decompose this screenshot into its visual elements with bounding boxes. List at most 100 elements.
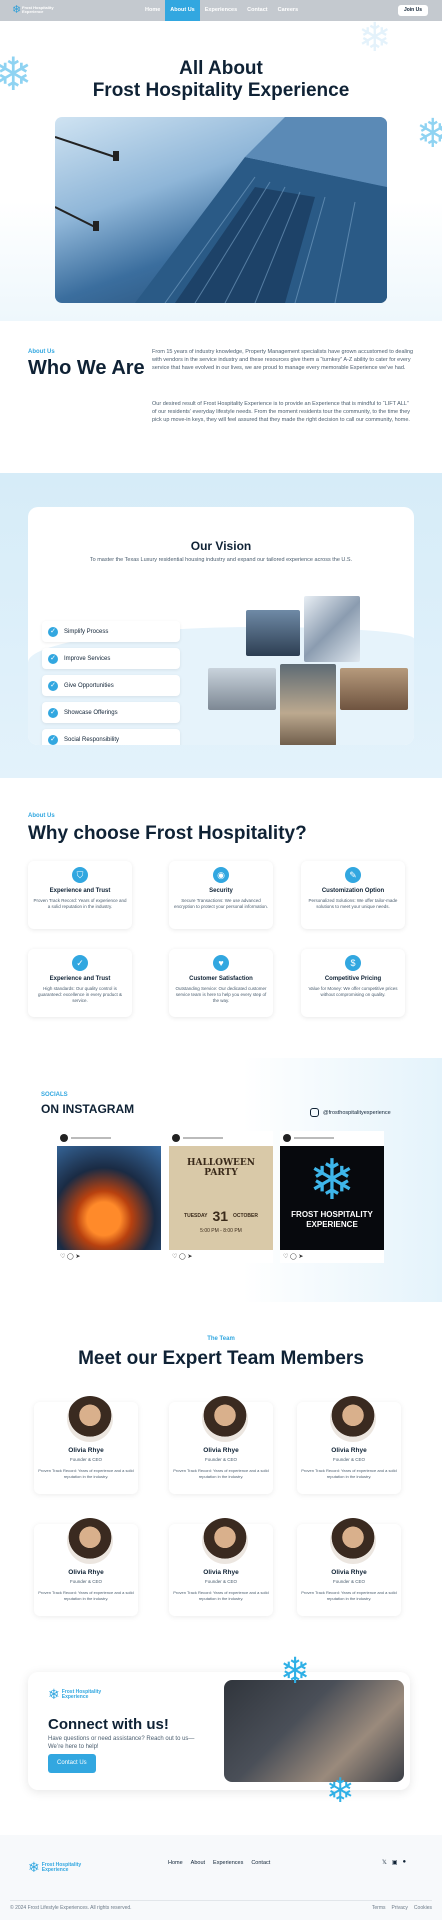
avatar	[202, 1396, 248, 1442]
insta-title: ON INSTAGRAM	[41, 1102, 135, 1116]
vision-item: ✓ Showcase Offerings	[42, 702, 180, 723]
footer-links: Home About Experiences Contact	[168, 1860, 270, 1866]
snowflake-decor-icon: ❄	[326, 1772, 355, 1810]
who-we-are-section: About Us Who We Are From 15 years of ind…	[0, 321, 442, 473]
post-image-halloween-flyer: HALLOWEEN PARTY TUESDAY 31 OCTOBER 5:00 …	[169, 1146, 273, 1250]
hero-building-image	[55, 117, 387, 303]
nav-link-experiences[interactable]: Experiences	[200, 0, 242, 21]
post-username	[71, 1137, 111, 1139]
instagram-icon	[310, 1108, 319, 1117]
contact-phone-image	[224, 1680, 404, 1782]
hero-title: All About Frost Hospitality Experience	[92, 58, 350, 101]
privacy-link[interactable]: Privacy	[392, 1905, 408, 1911]
post-image-brand: ❄ FROST HOSPITALITY EXPERIENCE	[280, 1146, 384, 1250]
who-eyebrow: About Us	[28, 349, 55, 355]
team-member-card: Olivia Rhye Founder & CEO Proven Track Rec…	[169, 1396, 273, 1494]
vision-photo-lobby	[280, 664, 336, 745]
linkedin-icon[interactable]: ▣	[392, 1859, 398, 1866]
footer-link-home[interactable]: Home	[168, 1860, 183, 1866]
post-actions[interactable]: ♡ ◯ ➤	[60, 1253, 80, 1260]
price-tag-icon: $	[345, 955, 361, 971]
check-icon: ✓	[48, 626, 58, 637]
insta-eyebrow: SOCIALS	[41, 1092, 68, 1098]
footer: ❄ Frost Hospitality Experience Home About…	[0, 1835, 442, 1920]
feature-card: $ Competitive Pricing Value for Money: We …	[301, 949, 405, 1017]
thumbs-up-icon: ♥	[213, 955, 229, 971]
shield-icon: ⛉	[72, 867, 88, 883]
vision-photo-handshake	[208, 668, 276, 710]
instagram-handle-link[interactable]: @frosthospitalityexperience	[310, 1108, 391, 1117]
who-paragraph-1: From 15 years of industry knowledge, Pro…	[152, 349, 414, 371]
nav-link-careers[interactable]: Careers	[273, 0, 304, 21]
feature-card: ◉ Security Secure Transactions: We use adv…	[169, 861, 273, 929]
footer-logo[interactable]: ❄ Frost Hospitality Experience	[28, 1859, 82, 1876]
hero-section: ❄ ❄ ❄ All About Frost Hospitality Experie…	[0, 16, 442, 321]
contact-us-button[interactable]: Contact Us	[48, 1754, 96, 1773]
footer-link-contact[interactable]: Contact	[251, 1860, 270, 1866]
avatar	[67, 1518, 113, 1564]
avatar	[283, 1134, 291, 1142]
why-eyebrow: About Us	[28, 813, 55, 819]
vision-photo-interior	[340, 668, 408, 710]
team-member-card: Olivia Rhye Founder & CEO Proven Track Rec…	[297, 1396, 401, 1494]
vision-photo-city	[246, 610, 300, 656]
post-username	[294, 1137, 334, 1139]
feature-card: ✎ Customization Option Personalized Soluti…	[301, 861, 405, 929]
feature-card: ✓ Experience and Trust High standards: Our…	[28, 949, 132, 1017]
instagram-post[interactable]: ♡ ◯ ➤	[57, 1131, 161, 1263]
nav-link-home[interactable]: Home	[140, 0, 165, 21]
github-icon[interactable]: ●	[403, 1859, 407, 1866]
team-eyebrow: The Team	[207, 1336, 235, 1342]
avatar	[330, 1518, 376, 1564]
team-section: The Team Meet our Expert Team Members Ol…	[0, 1302, 442, 1640]
nav-links: Home About Us Experiences Contact Career…	[140, 0, 303, 21]
team-title: Meet our Expert Team Members	[78, 1348, 364, 1369]
post-actions[interactable]: ♡ ◯ ➤	[283, 1253, 303, 1260]
snowflake-logo-icon: ❄	[28, 1859, 40, 1875]
check-icon: ✓	[48, 734, 58, 745]
team-member-card: Olivia Rhye Founder & CEO Proven Track Rec…	[34, 1518, 138, 1616]
contact-logo: ❄ Frost Hospitality Experience	[48, 1686, 102, 1702]
post-username	[183, 1137, 223, 1139]
check-icon: ✓	[48, 707, 58, 718]
post-actions[interactable]: ♡ ◯ ➤	[172, 1253, 192, 1260]
footer-link-about[interactable]: About	[191, 1860, 205, 1866]
twitter-icon[interactable]: 𝕏	[382, 1859, 387, 1866]
cookies-link[interactable]: Cookies	[414, 1905, 432, 1911]
who-title: Who We Are	[28, 357, 145, 379]
tools-icon: ✎	[345, 867, 361, 883]
avatar	[60, 1134, 68, 1142]
nav-link-contact[interactable]: Contact	[242, 0, 272, 21]
snowflake-decor-icon: ❄	[416, 112, 442, 156]
avatar	[330, 1396, 376, 1442]
instagram-section: SOCIALS ON INSTAGRAM @frosthospitalityex…	[0, 1058, 442, 1302]
why-title: Why choose Frost Hospitality?	[28, 823, 307, 844]
social-icons: 𝕏 ▣ ●	[382, 1859, 406, 1866]
vision-subtitle: To master the Texas Luxury residential h…	[89, 557, 353, 563]
snowflake-decor-icon: ❄	[280, 1650, 311, 1691]
snowflake-decor-icon: ❄	[358, 16, 392, 60]
footer-link-experiences[interactable]: Experiences	[213, 1860, 243, 1866]
vision-item: ✓ Simplify Process	[42, 621, 180, 642]
legal-links: Terms Privacy Cookies	[372, 1905, 432, 1911]
contact-section: ❄ Frost Hospitality Experience Connect wi…	[0, 1640, 442, 1835]
join-us-button[interactable]: Join Us	[397, 5, 428, 16]
brand-logo[interactable]: ❄ Frost Hospitality Experience	[12, 4, 58, 16]
vision-section: Our Vision To master the Texas Luxury re…	[0, 473, 442, 778]
avatar	[67, 1396, 113, 1442]
team-member-card: Olivia Rhye Founder & CEO Proven Track Rec…	[34, 1396, 138, 1494]
check-icon: ✓	[48, 680, 58, 691]
lock-icon: ◉	[213, 867, 229, 883]
feature-card: ♥ Customer Satisfaction Outstanding Servic…	[169, 949, 273, 1017]
check-badge-icon: ✓	[72, 955, 88, 971]
vision-title: Our Vision	[190, 539, 252, 553]
nav-link-about[interactable]: About Us	[165, 0, 200, 21]
avatar	[172, 1134, 180, 1142]
instagram-post[interactable]: HALLOWEEN PARTY TUESDAY 31 OCTOBER 5:00 …	[169, 1131, 273, 1263]
instagram-post[interactable]: ❄ FROST HOSPITALITY EXPERIENCE ♡ ◯ ➤	[280, 1131, 384, 1263]
vision-item: ✓ Social Responsibility	[42, 729, 180, 745]
terms-link[interactable]: Terms	[372, 1905, 386, 1911]
snowflake-logo-icon: ❄	[12, 4, 22, 16]
brand-logo-text: Frost Hospitality Experience	[22, 5, 54, 14]
post-image-pumpkin	[57, 1146, 161, 1250]
